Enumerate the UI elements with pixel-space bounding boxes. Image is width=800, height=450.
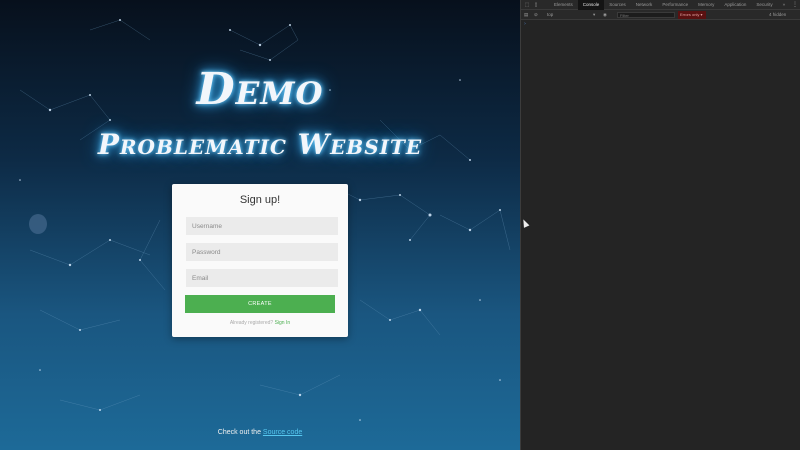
page-heading: Demo (196, 64, 324, 115)
more-tabs-icon[interactable]: » (778, 0, 791, 10)
devtools-panel: ⬚ ▯ Elements Console Sources Network Per… (520, 0, 800, 450)
signin-link[interactable]: Sign In (275, 320, 291, 326)
signin-row: Already registered? Sign In (172, 320, 348, 326)
tab-performance[interactable]: Performance (657, 0, 693, 10)
signup-card: Sign up! CREATE Already registered? Sign… (172, 184, 348, 337)
sidebar-toggle-icon[interactable]: ▤ (524, 11, 528, 19)
hidden-count: 4 hidden (769, 12, 787, 17)
tab-console[interactable]: Console (577, 0, 605, 10)
clear-console-icon[interactable]: ⊘ (534, 11, 538, 19)
inspect-icon[interactable]: ⬚ (524, 2, 530, 8)
console-toolbar: ▤ ⊘ top ▾ ◉ Errors only ▾ 4 hidden (521, 10, 800, 20)
tab-elements[interactable]: Elements (549, 0, 578, 10)
already-registered-text: Already registered? (229, 320, 274, 326)
device-toolbar-icon[interactable]: ▯ (533, 2, 539, 8)
console-output[interactable]: › (521, 20, 800, 450)
tab-application[interactable]: Application (719, 0, 751, 10)
kebab-menu-icon[interactable]: ⋮ (792, 1, 798, 8)
console-prompt-icon: › (524, 21, 526, 27)
signup-title: Sign up! (239, 194, 281, 206)
page-subheading: Problematic Website (97, 128, 423, 161)
tab-network[interactable]: Network (631, 0, 658, 10)
devtools-tab-bar: ⬚ ▯ Elements Console Sources Network Per… (521, 0, 800, 10)
tab-sources[interactable]: Sources (604, 0, 631, 10)
console-filter-input[interactable] (617, 12, 675, 18)
context-selector[interactable]: top (547, 11, 553, 19)
context-dropdown-icon[interactable]: ▾ (593, 11, 595, 19)
password-input[interactable] (186, 243, 338, 261)
website-viewport: Demo Problematic Website Sign up! CREATE… (0, 0, 520, 450)
footer-text: Check out the (217, 429, 261, 436)
tab-security[interactable]: Security (751, 0, 777, 10)
source-code-link[interactable]: Source code (263, 429, 302, 436)
footer: Check out the Source code (0, 429, 520, 436)
email-input[interactable] (186, 269, 338, 287)
username-input[interactable] (186, 217, 338, 235)
create-button[interactable]: CREATE (185, 295, 335, 313)
log-level-dropdown[interactable]: Errors only ▾ (678, 11, 706, 19)
tab-memory[interactable]: Memory (693, 0, 719, 10)
eye-icon[interactable]: ◉ (603, 11, 607, 19)
